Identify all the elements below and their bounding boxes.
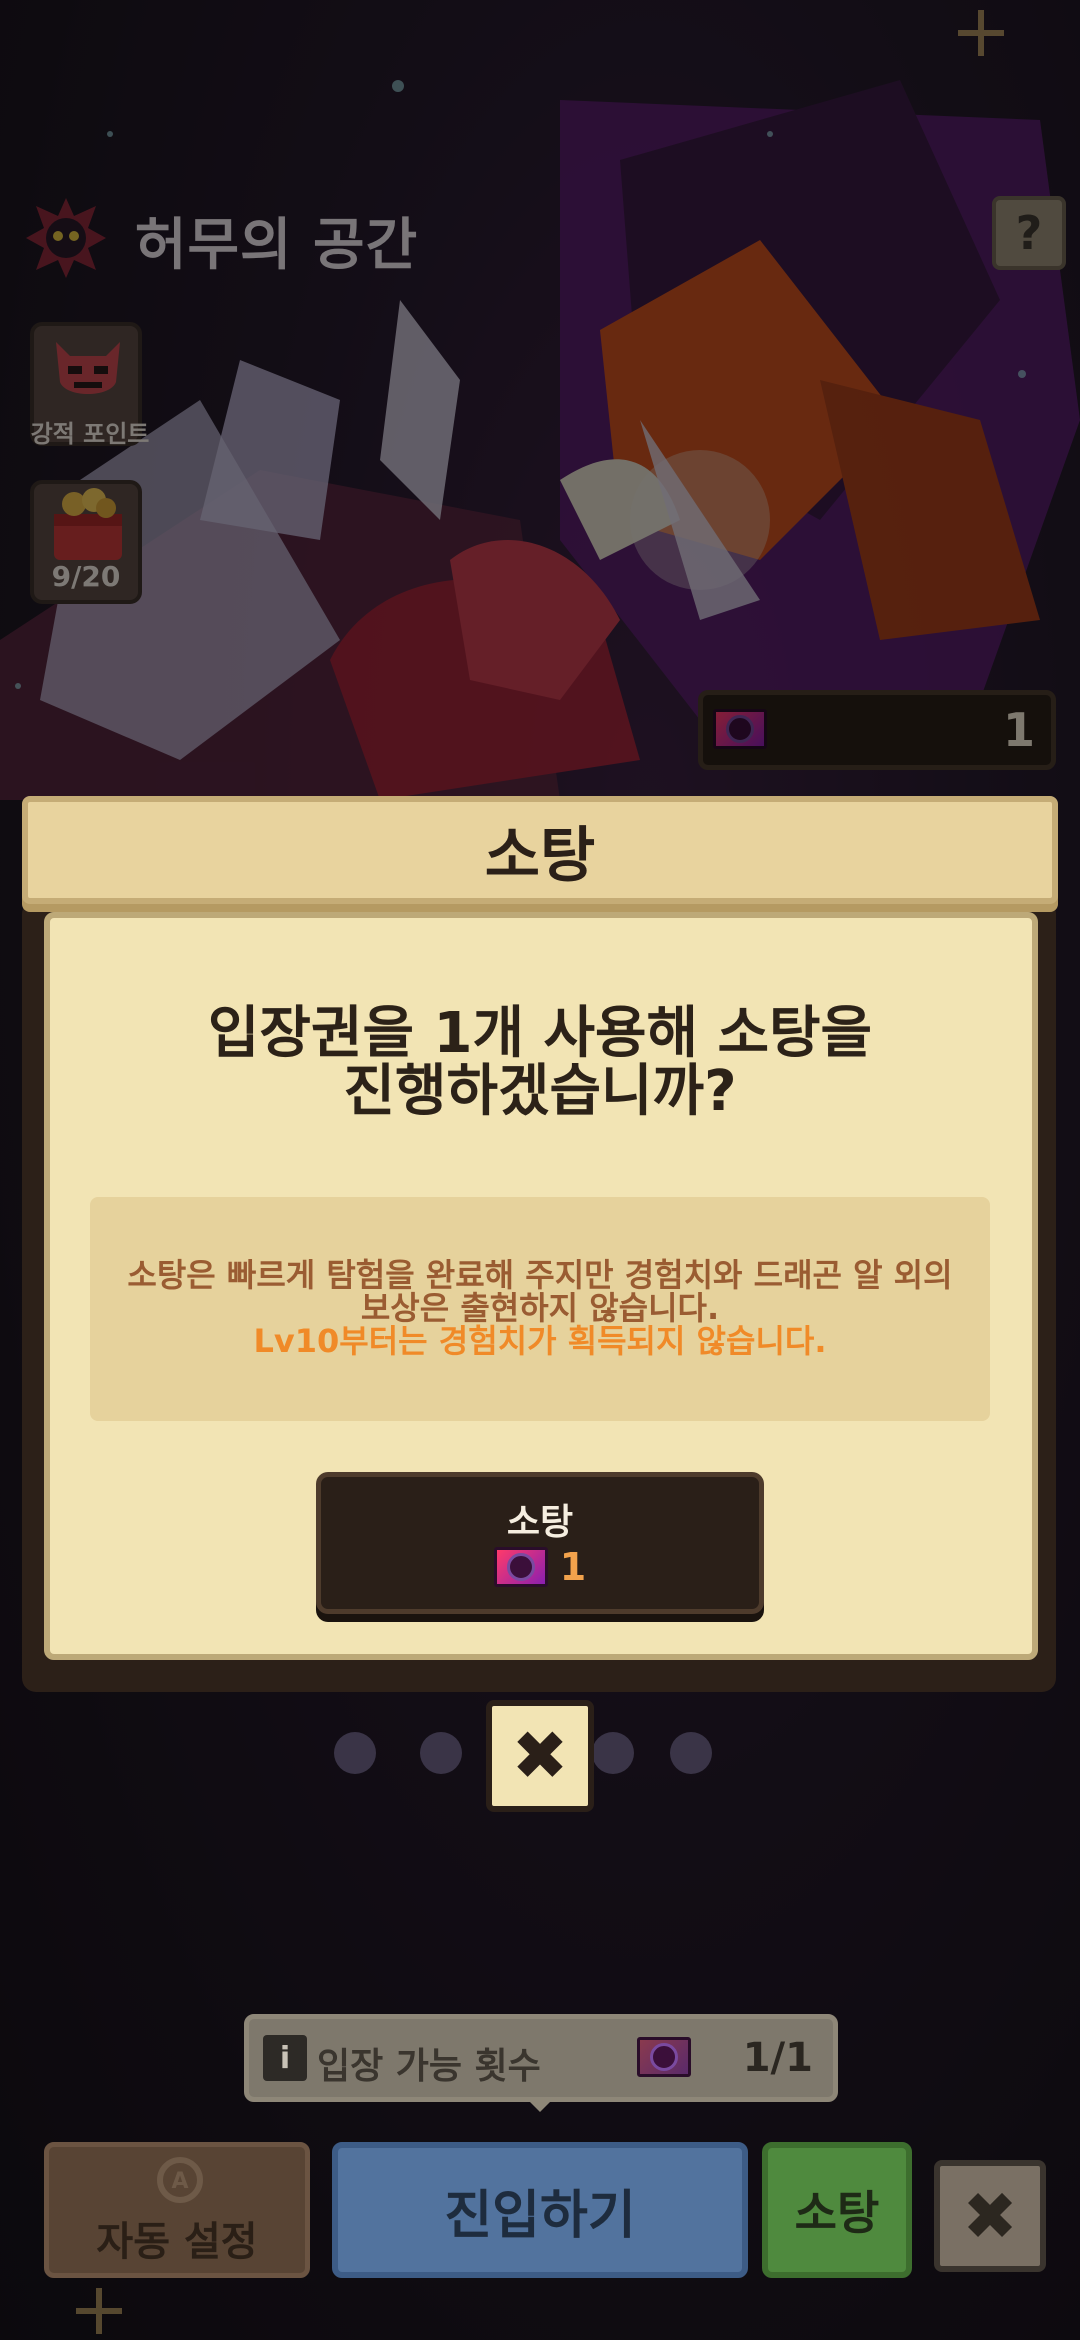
auto-icon: A	[157, 2157, 203, 2203]
sweep-label: 소탕	[794, 2186, 880, 2240]
close-dialog-button[interactable]: ✖	[486, 1700, 594, 1812]
close-icon: ✖	[962, 2177, 1018, 2255]
confirm-sweep-label: 소탕	[506, 1502, 574, 1543]
sweep-notice: 소탕은 빠르게 탐험을 완료해 주지만 경험치와 드래곤 알 외의 보상은 출현…	[90, 1197, 990, 1421]
notice-line-1: 소탕은 빠르게 탐험을 완료해 주지만 경험치와 드래곤 알 외의	[127, 1256, 953, 1294]
entry-count-label: 입장 가능 횟수	[317, 2046, 541, 2087]
sweep-dialog-header: 소탕	[22, 796, 1058, 904]
confirm-cost-value: 1	[559, 1545, 587, 1589]
treasure-chest-icon	[54, 488, 122, 560]
entry-count-bar: i 입장 가능 횟수 1/1	[244, 2014, 838, 2102]
area-title: 허무의 공간	[135, 213, 419, 278]
auto-setting-label: 자동 설정	[96, 2219, 258, 2265]
pager-dot	[670, 1732, 712, 1774]
close-icon: ✖	[511, 1716, 569, 1796]
question-line-1: 입장권을 1개 사용해 소탕을	[207, 1001, 873, 1066]
pager-dot	[420, 1732, 462, 1774]
close-screen-button[interactable]: ✖	[934, 2160, 1046, 2272]
help-button[interactable]: ?	[992, 196, 1066, 270]
notice-warning: Lv10부터는 경험치가 획득되지 않습니다.	[253, 1322, 827, 1360]
entry-ticket-icon	[713, 709, 767, 749]
reward-chest-button[interactable]: 9/20	[30, 480, 142, 604]
enemy-points-button[interactable]: 강적 포인트	[30, 322, 149, 448]
auto-setting-button[interactable]: A 자동 설정	[44, 2142, 310, 2278]
confirm-sweep-button[interactable]: 소탕 1	[316, 1472, 764, 1614]
info-icon: i	[263, 2035, 307, 2081]
notice-line-2: 보상은 출현하지 않습니다.	[360, 1289, 720, 1327]
confirm-cost: 1	[321, 1545, 759, 1589]
svg-text:A: A	[171, 2169, 188, 2194]
question-line-2: 진행하겠습니까?	[343, 1059, 737, 1124]
demon-mask-icon	[56, 342, 120, 394]
ticket-count: 1	[1002, 703, 1035, 757]
enemy-points-label: 강적 포인트	[30, 420, 150, 448]
info-bar-pointer	[526, 2098, 554, 2112]
dialog-title: 소탕	[484, 820, 596, 891]
enter-button[interactable]: 진입하기	[332, 2142, 748, 2278]
confirm-question: 입장권을 1개 사용해 소탕을 진행하겠습니까?	[60, 1005, 1020, 1121]
entry-ticket-icon	[637, 2037, 691, 2077]
enter-label: 진입하기	[444, 2185, 636, 2246]
sweep-button[interactable]: 소탕	[762, 2142, 912, 2278]
pager-dot	[592, 1732, 634, 1774]
entry-count-value: 1/1	[742, 2035, 813, 2081]
pager-dot	[334, 1732, 376, 1774]
chest-count: 9/20	[51, 560, 121, 593]
entry-ticket-icon	[493, 1547, 548, 1587]
ticket-counter: 1	[698, 690, 1056, 770]
skull-emblem-icon	[24, 196, 108, 280]
